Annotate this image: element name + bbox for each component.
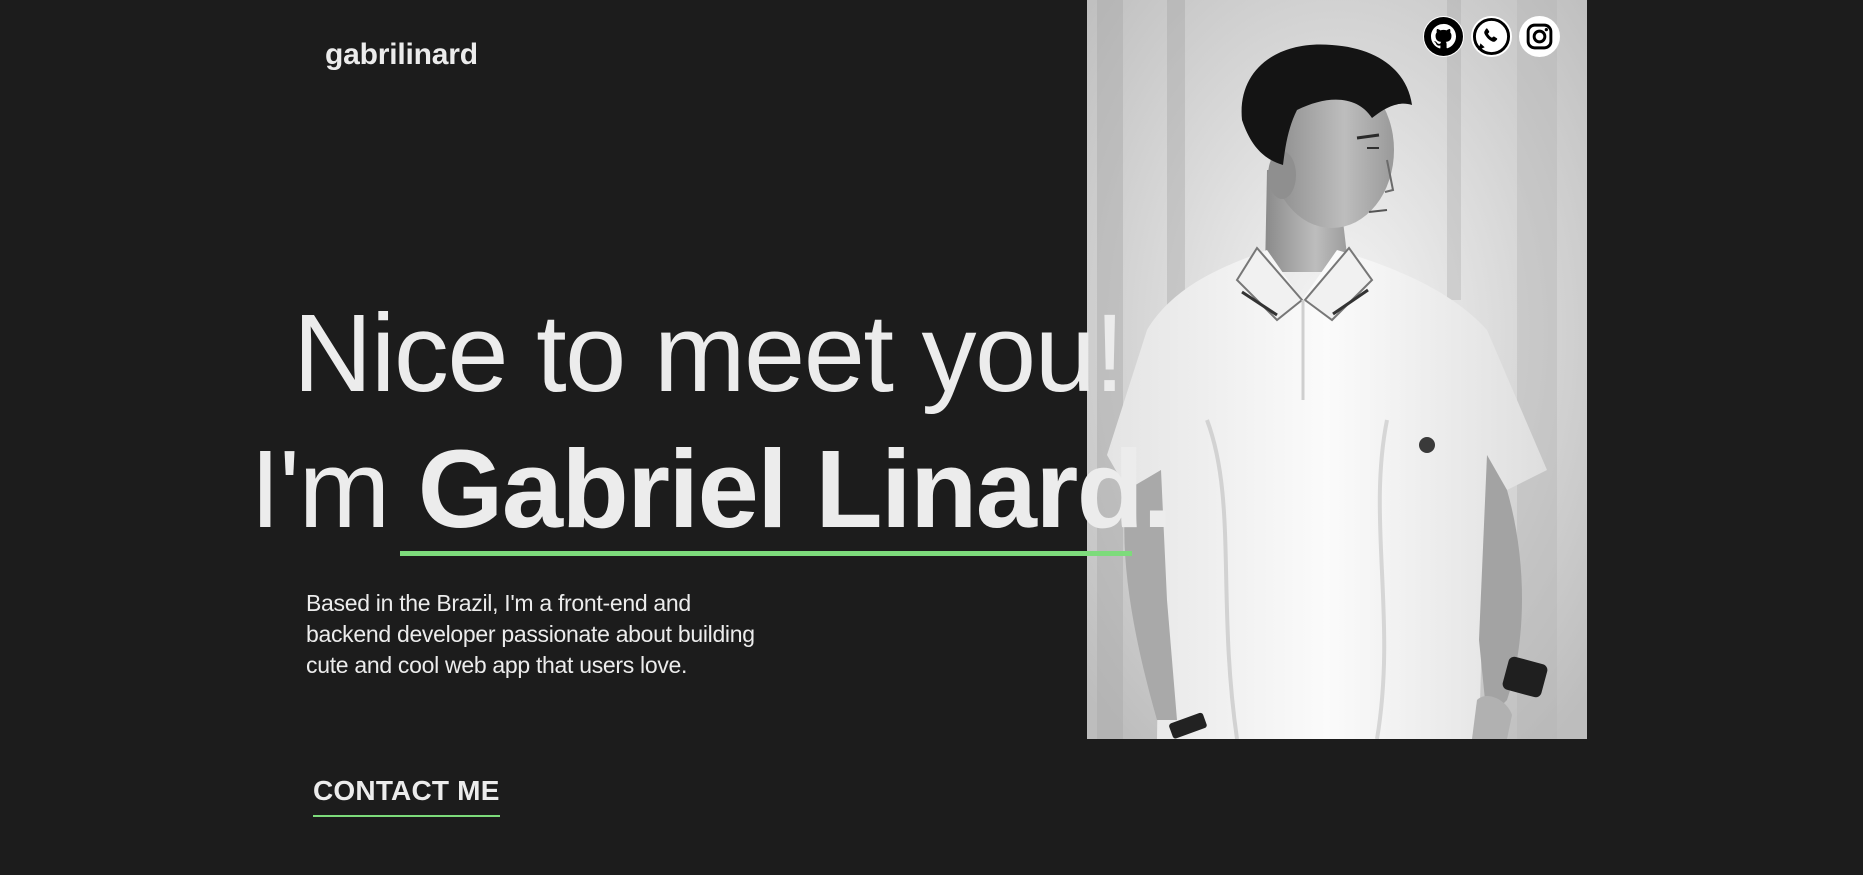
profile-photo (1087, 0, 1587, 739)
github-link[interactable] (1423, 16, 1464, 57)
contact-me-button[interactable]: CONTACT ME (313, 775, 500, 817)
instagram-icon (1526, 23, 1553, 50)
social-links (1423, 16, 1560, 57)
hero-greeting: Nice to meet you! (293, 292, 1125, 415)
instagram-link[interactable] (1519, 16, 1560, 57)
hero-name: Gabriel Linard. (417, 428, 1173, 551)
whatsapp-icon (1472, 17, 1511, 56)
hero-intro: I'm Gabriel Linard. (250, 428, 1173, 552)
github-icon (1424, 17, 1463, 56)
hero-bio: Based in the Brazil, I'm a front-end and… (306, 590, 755, 678)
name-underline (400, 551, 1132, 556)
hero-intro-prefix: I'm (250, 428, 390, 551)
whatsapp-link[interactable] (1471, 16, 1512, 57)
site-logo[interactable]: gabrilinard (325, 38, 478, 72)
